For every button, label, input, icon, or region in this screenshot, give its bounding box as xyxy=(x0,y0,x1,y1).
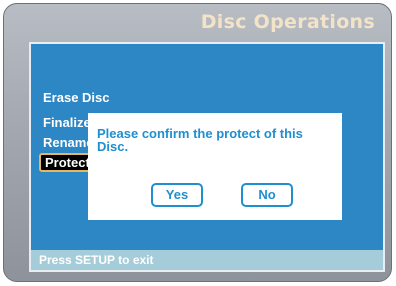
window-title: Disc Operations xyxy=(200,11,375,33)
yes-button[interactable]: Yes xyxy=(151,183,203,207)
status-bar: Press SETUP to exit xyxy=(31,250,383,270)
no-button[interactable]: No xyxy=(241,183,293,207)
menu-item-rename[interactable]: Rename xyxy=(41,133,94,152)
menu-item-protect[interactable]: Protect xyxy=(39,153,95,172)
menu-item-finalize[interactable]: Finalize xyxy=(41,113,91,132)
dialog-message: Please confirm the protect of this Disc. xyxy=(97,126,303,154)
menu-screen: Erase Disc Finalize Rename Protect Press… xyxy=(29,42,385,272)
osd-frame: Disc Operations Erase Disc Finalize Rena… xyxy=(3,3,392,282)
confirm-dialog: Please confirm the protect of this Disc.… xyxy=(88,113,342,220)
menu-item-erase-disc[interactable]: Erase Disc xyxy=(41,88,110,107)
